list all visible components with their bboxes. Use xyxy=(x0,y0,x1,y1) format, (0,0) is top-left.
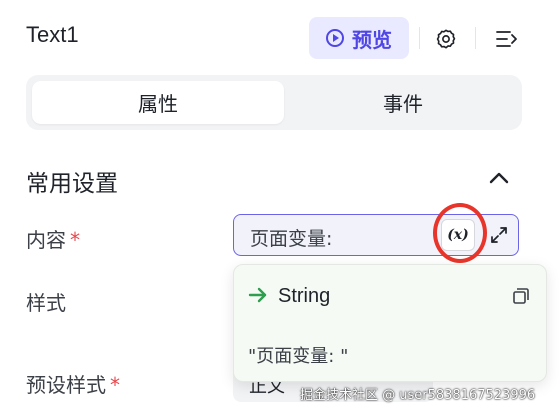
arrow-right-icon xyxy=(248,287,268,307)
type-row: String xyxy=(248,285,330,308)
content-label-text: 内容 xyxy=(26,228,66,252)
variable-popover: String "页面变量: " xyxy=(233,264,547,382)
section-title: 常用设置 xyxy=(26,171,118,197)
preview-button-label: 预览 xyxy=(352,27,392,52)
gear-icon[interactable] xyxy=(434,27,458,51)
preset-style-label: 预设样式 * xyxy=(26,369,120,398)
content-input-value: 页面变量: xyxy=(250,228,333,250)
required-marker: * xyxy=(110,373,120,397)
menu-collapse-icon[interactable] xyxy=(494,27,520,51)
style-label: 样式 xyxy=(26,291,66,315)
copy-icon[interactable] xyxy=(512,287,532,307)
expand-icon[interactable] xyxy=(487,223,511,247)
tab-properties[interactable]: 属性 xyxy=(32,81,284,124)
variable-value: "页面变量: " xyxy=(248,346,349,367)
tab-events[interactable]: 事件 xyxy=(290,81,516,124)
chevron-up-icon[interactable] xyxy=(487,166,511,190)
divider xyxy=(419,27,420,49)
component-title: Text1 xyxy=(26,22,79,47)
play-icon xyxy=(326,29,344,47)
required-marker: * xyxy=(70,228,80,252)
watermark: 掘金技术社区 @ user5838167523996 xyxy=(300,388,536,403)
type-label: String xyxy=(278,285,331,307)
content-label: 内容 * xyxy=(26,224,80,253)
tab-bar: 属性 事件 xyxy=(26,75,522,130)
preview-button[interactable]: 预览 xyxy=(309,17,409,59)
preset-style-label-text: 预设样式 xyxy=(26,373,106,397)
annotation-circle xyxy=(433,203,487,263)
divider xyxy=(475,27,476,49)
